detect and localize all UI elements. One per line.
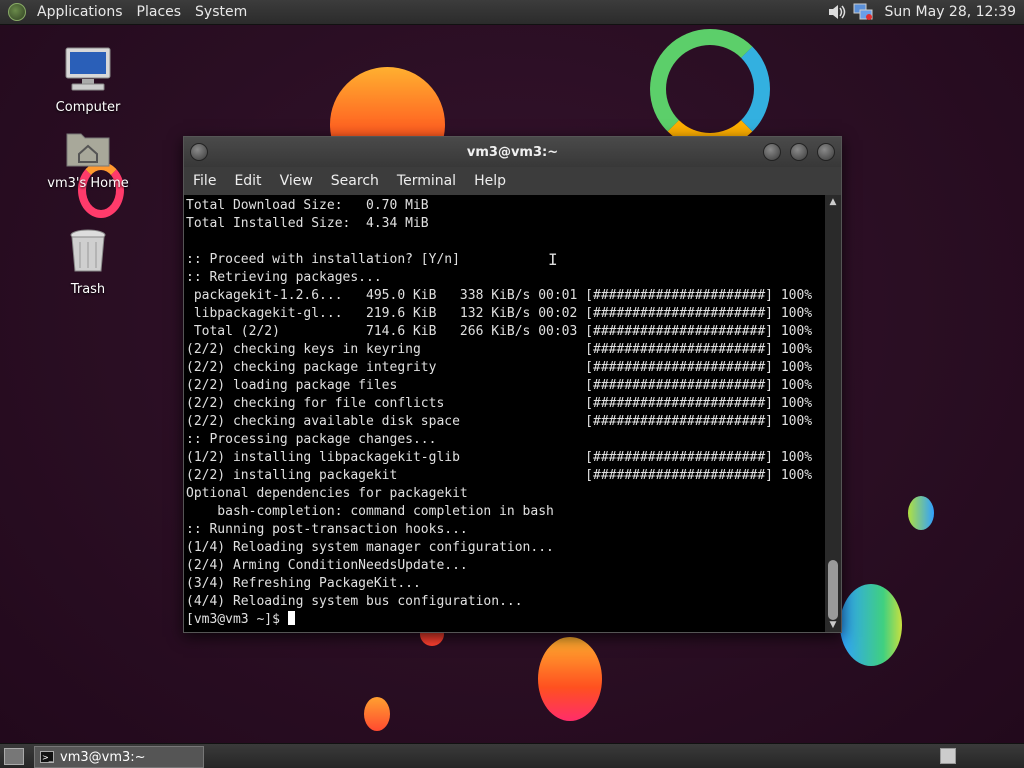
terminal-prompt-line: [vm3@vm3 ~]$ <box>186 611 825 629</box>
terminal-line: packagekit-1.2.6... 495.0 KiB 338 KiB/s … <box>186 288 813 303</box>
top-panel: Applications Places System Sun May 28, 1… <box>0 0 1024 25</box>
rainbow-ring-decoration <box>650 29 770 149</box>
terminal-line: (2/2) installing packagekit [###########… <box>186 468 813 483</box>
search-menu[interactable]: Search <box>322 173 388 189</box>
terminal-output[interactable]: Total Download Size: 0.70 MiB Total Insta… <box>184 195 825 632</box>
computer-icon-label: Computer <box>55 100 121 115</box>
taskbar-terminal-label: vm3@vm3:~ <box>60 749 146 765</box>
small-oval-decoration <box>908 496 934 530</box>
terminal-line: bash-completion: command completion in b… <box>186 504 554 519</box>
window-menu-button[interactable] <box>190 143 208 161</box>
trash-desktop-icon[interactable]: Trash <box>43 228 133 297</box>
terminal-line: (2/2) loading package files [###########… <box>186 378 813 393</box>
terminal-line: (2/4) Arming ConditionNeedsUpdate... <box>186 558 468 573</box>
scroll-down-arrow-icon[interactable]: ▼ <box>825 618 841 632</box>
view-menu[interactable]: View <box>271 173 322 189</box>
window-title: vm3@vm3:~ <box>466 144 559 160</box>
help-menu[interactable]: Help <box>465 173 515 189</box>
terminal-line: :: Running post-transaction hooks... <box>186 522 468 537</box>
edit-menu[interactable]: Edit <box>225 173 270 189</box>
terminal-line: (2/2) checking package integrity [######… <box>186 360 813 375</box>
orange-oval-decoration <box>538 637 602 721</box>
close-button[interactable] <box>817 143 835 161</box>
top-panel-menus: Applications Places System <box>30 0 254 24</box>
terminal-menu[interactable]: Terminal <box>388 173 465 189</box>
terminal-line: libpackagekit-gl... 219.6 KiB 132 KiB/s … <box>186 306 813 321</box>
workspace-switcher-icon[interactable] <box>940 748 956 764</box>
terminal-text: Total Download Size: 0.70 MiB Total Insta… <box>184 195 825 629</box>
text-cursor-ibeam-icon: I <box>548 250 558 269</box>
terminal-prompt: [vm3@vm3 ~]$ <box>186 612 288 627</box>
applications-menu[interactable]: Applications <box>30 0 130 24</box>
window-titlebar[interactable]: vm3@vm3:~ <box>184 137 841 167</box>
minimize-button[interactable] <box>763 143 781 161</box>
terminal-icon: >_ <box>40 751 54 763</box>
bottom-panel: >_ vm3@vm3:~ <box>0 743 1024 768</box>
volume-icon[interactable] <box>826 2 848 22</box>
terminal-line: :: Retrieving packages... <box>186 270 382 285</box>
scroll-thumb[interactable] <box>828 560 838 620</box>
terminal-window[interactable]: vm3@vm3:~ File Edit View Search Terminal… <box>183 136 842 633</box>
terminal-line: Total Download Size: 0.70 MiB <box>186 198 429 213</box>
home-desktop-icon[interactable]: vm3's Home <box>43 128 133 191</box>
terminal-line: (2/2) checking for file conflicts [#####… <box>186 396 813 411</box>
terminal-line: (2/2) checking available disk space [###… <box>186 414 813 429</box>
terminal-menubar: File Edit View Search Terminal Help <box>184 167 841 195</box>
computer-icon <box>43 46 133 96</box>
file-menu[interactable]: File <box>184 173 225 189</box>
trash-icon-label: Trash <box>70 282 106 297</box>
terminal-line: (3/4) Refreshing PackageKit... <box>186 576 421 591</box>
small-orange-oval-decoration <box>364 697 390 731</box>
system-tray: Sun May 28, 12:39 <box>824 0 1024 24</box>
show-desktop-icon[interactable] <box>4 748 24 765</box>
terminal-line: :: Proceed with installation? [Y/n] <box>186 252 460 267</box>
computer-desktop-icon[interactable]: Computer <box>43 46 133 115</box>
terminal-line: (1/4) Reloading system manager configura… <box>186 540 554 555</box>
terminal-line: Optional dependencies for packagekit <box>186 486 468 501</box>
taskbar-terminal-button[interactable]: >_ vm3@vm3:~ <box>34 746 204 768</box>
terminal-scrollbar[interactable]: ▲ ▼ <box>825 195 841 632</box>
terminal-line: (1/2) installing libpackagekit-glib [###… <box>186 450 813 465</box>
home-icon-label: vm3's Home <box>47 176 129 191</box>
terminal-line: :: Processing package changes... <box>186 432 437 447</box>
maximize-button[interactable] <box>790 143 808 161</box>
network-icon[interactable] <box>852 2 874 22</box>
trash-icon <box>43 228 133 278</box>
places-menu[interactable]: Places <box>130 0 189 24</box>
terminal-line: Total Installed Size: 4.34 MiB <box>186 216 429 231</box>
distro-logo-icon[interactable] <box>8 3 26 21</box>
terminal-line: (4/4) Reloading system bus configuration… <box>186 594 523 609</box>
terminal-cursor <box>287 611 295 625</box>
terminal-line: Total (2/2) 714.6 KiB 266 KiB/s 00:03 [#… <box>186 324 813 339</box>
home-folder-icon <box>43 128 133 172</box>
clock[interactable]: Sun May 28, 12:39 <box>876 4 1024 20</box>
system-menu[interactable]: System <box>188 0 254 24</box>
terminal-line: (2/2) checking keys in keyring [########… <box>186 342 813 357</box>
blue-green-oval-decoration <box>840 584 902 666</box>
scroll-up-arrow-icon[interactable]: ▲ <box>825 195 841 209</box>
